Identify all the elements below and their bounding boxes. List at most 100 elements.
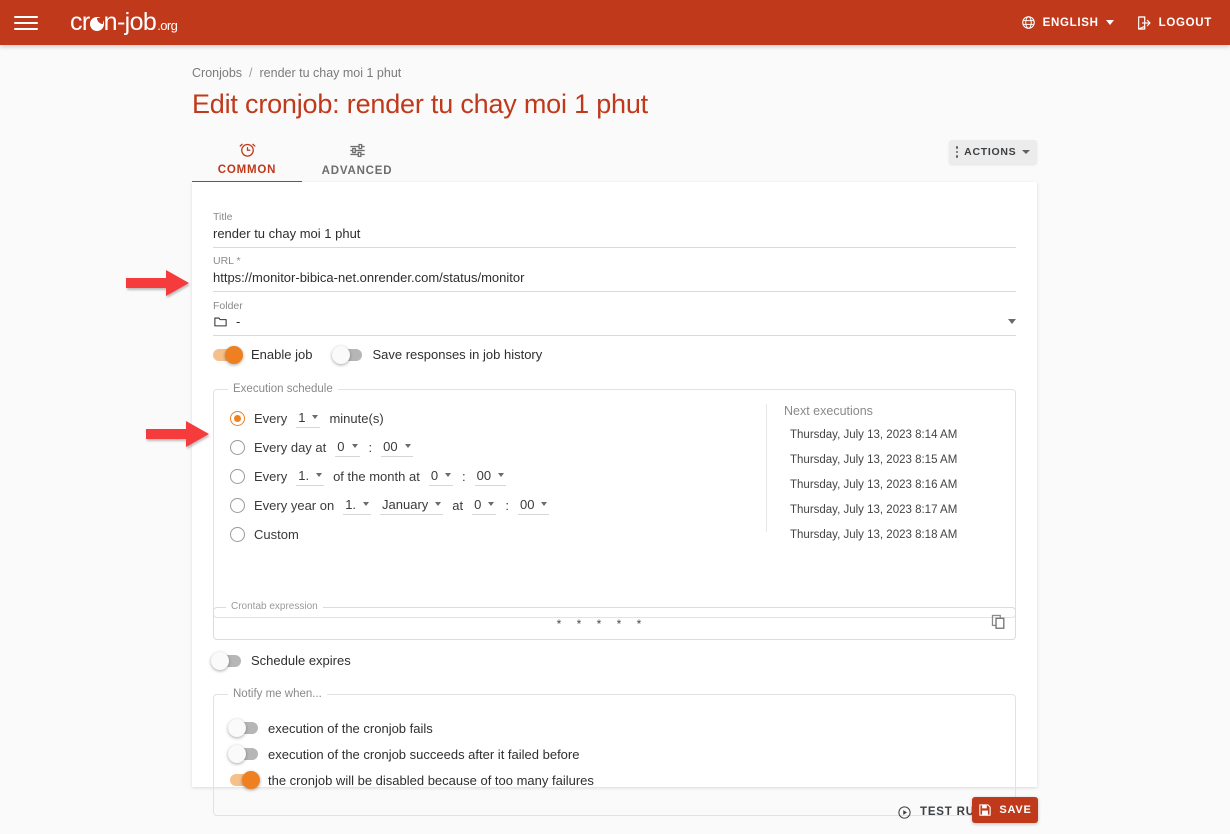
- schedule-expires-row: Schedule expires: [211, 651, 1016, 670]
- execution-schedule-fieldset: Execution schedule Every 1 minute(s) Every …: [213, 383, 1016, 618]
- schedule-option-3-select-1[interactable]: 1.: [343, 496, 372, 515]
- logout-icon: [1137, 15, 1151, 30]
- enable-job-toggle-row: Enable job: [213, 345, 312, 364]
- select-value: 0: [337, 438, 345, 454]
- save-responses-label: Save responses in job history: [372, 347, 543, 362]
- save-button[interactable]: SAVE: [972, 797, 1038, 823]
- schedule-option-2-text-0: Every: [254, 469, 288, 484]
- chevron-down-icon: [435, 502, 442, 506]
- globe-icon: [1021, 16, 1035, 29]
- folder-select[interactable]: -: [213, 312, 1016, 336]
- page-title: Edit cronjob: render tu chay moi 1 phut: [192, 89, 648, 119]
- tab-advanced[interactable]: ADVANCED: [302, 134, 412, 183]
- schedule-option-2-select-3[interactable]: 0: [428, 468, 454, 486]
- save-label: SAVE: [999, 804, 1032, 816]
- schedule-option-3-select-6[interactable]: 00: [518, 497, 550, 515]
- breadcrumb: Cronjobs / render tu chay moi 1 phut: [192, 66, 401, 80]
- app-header: cr n-job .org ENGLISH LOGOUT: [0, 0, 1230, 45]
- schedule-radio-2[interactable]: [230, 469, 245, 484]
- copy-icon[interactable]: [990, 613, 1007, 635]
- select-value: January: [382, 496, 429, 512]
- schedule-option-0-text-0: Every: [254, 411, 288, 426]
- notify-toggle-0[interactable]: [228, 719, 258, 737]
- actions-button-label: ACTIONS: [964, 146, 1017, 158]
- chevron-down-icon: [316, 473, 323, 477]
- schedule-expires-toggle-row: Schedule expires: [211, 651, 1016, 670]
- more-vert-icon: [955, 146, 959, 158]
- title-input[interactable]: [213, 223, 1016, 248]
- language-selector[interactable]: ENGLISH: [1021, 15, 1114, 30]
- schedule-option-2-text-4: :: [462, 469, 466, 484]
- header-actions: ENGLISH LOGOUT: [1021, 15, 1212, 31]
- play-circle-icon: [898, 805, 911, 819]
- tune-sliders-icon: [349, 143, 365, 157]
- crontab-expression-label: Crontab expression: [226, 601, 323, 612]
- notify-toggle-row-2: the cronjob will be disabled because of …: [230, 767, 594, 793]
- next-execution-item: Thursday, July 13, 2023 8:18 AM: [790, 529, 958, 541]
- notify-toggle-2[interactable]: [230, 771, 260, 789]
- schedule-option-1-text-2: :: [368, 440, 373, 455]
- logout-button[interactable]: LOGOUT: [1136, 15, 1212, 31]
- notify-toggle-label-0: execution of the cronjob fails: [268, 720, 433, 736]
- notify-toggle-label-2: the cronjob will be disabled because of …: [268, 772, 594, 788]
- schedule-option-1-select-3[interactable]: 00: [381, 438, 413, 457]
- save-responses-toggle-row: Save responses in job history: [332, 345, 543, 364]
- schedule-option-0-select-1[interactable]: 1: [296, 409, 321, 428]
- save-responses-toggle[interactable]: [332, 345, 363, 364]
- breadcrumb-root[interactable]: Cronjobs: [192, 66, 242, 80]
- alarm-clock-icon: [239, 143, 255, 157]
- schedule-option-row-2: Every 1. of the month at 0:00: [230, 462, 549, 491]
- schedule-option-3-select-4[interactable]: 0: [472, 496, 497, 515]
- schedule-option-2-select-5[interactable]: 00: [474, 468, 507, 486]
- schedule-option-3-text-0: Every year on: [254, 498, 335, 513]
- schedule-option-1-text-0: Every day at: [254, 440, 327, 455]
- next-execution-item: Thursday, July 13, 2023 8:17 AM: [790, 504, 958, 516]
- notify-toggle-row-0: execution of the cronjob fails: [228, 715, 594, 741]
- schedule-radio-3[interactable]: [230, 498, 245, 513]
- url-input[interactable]: [213, 267, 1016, 292]
- schedule-radio-1[interactable]: [230, 440, 245, 455]
- actions-button[interactable]: ACTIONS: [949, 140, 1037, 164]
- breadcrumb-separator: /: [249, 66, 253, 80]
- hamburger-menu-icon[interactable]: [14, 11, 38, 35]
- schedule-option-1-select-1[interactable]: 0: [335, 438, 360, 457]
- schedule-expires-toggle[interactable]: [211, 651, 241, 670]
- schedule-radio-0[interactable]: [230, 411, 245, 426]
- schedule-expires-label: Schedule expires: [251, 653, 351, 668]
- folder-field-label: Folder: [213, 300, 243, 312]
- breadcrumb-current: render tu chay moi 1 phut: [259, 66, 402, 80]
- tab-bar: COMMON ADVANCED: [192, 134, 412, 183]
- url-field-label: URL *: [213, 255, 241, 267]
- select-value: 1: [298, 409, 306, 425]
- schedule-option-3-select-2[interactable]: January: [380, 496, 444, 515]
- notify-toggle-1[interactable]: [228, 745, 258, 763]
- enable-job-toggle[interactable]: [213, 345, 243, 364]
- tab-common[interactable]: COMMON: [192, 134, 302, 183]
- tab-common-label: COMMON: [217, 163, 277, 176]
- brand-logo[interactable]: cr n-job .org: [70, 8, 178, 37]
- chevron-down-icon: [498, 473, 505, 477]
- schedule-radio-4[interactable]: [230, 527, 245, 542]
- crontab-expression-field[interactable]: Crontab expression * * * * *: [213, 601, 1016, 640]
- chevron-down-icon: [312, 415, 319, 419]
- schedule-option-2-select-1[interactable]: 1.: [296, 468, 325, 486]
- form-footer: TEST RUN SAVE: [0, 797, 1230, 834]
- schedule-option-row-4: Custom: [230, 520, 549, 549]
- title-field-label: Title: [213, 211, 233, 223]
- notify-toggle-list: execution of the cronjob fails execution …: [228, 715, 594, 793]
- schedule-option-row-1: Every day at 0:00: [230, 433, 549, 462]
- chevron-down-icon: [1022, 150, 1031, 154]
- schedule-option-row-0: Every 1 minute(s): [230, 404, 549, 433]
- brand-text-part2: n-job: [103, 8, 157, 36]
- notify-toggle-row-1: execution of the cronjob succeeds after …: [228, 741, 594, 767]
- select-value: 0: [474, 496, 482, 512]
- test-run-button[interactable]: TEST RUN: [897, 797, 984, 827]
- cronjob-edit-page: cr n-job .org ENGLISH LOGOUT Cronjobs / …: [0, 0, 1230, 834]
- next-executions-panel: Next executions Thursday, July 13, 2023 …: [766, 404, 996, 541]
- select-value: 1.: [345, 496, 357, 512]
- next-execution-item: Thursday, July 13, 2023 8:16 AM: [790, 479, 958, 491]
- select-value: 00: [383, 438, 398, 454]
- folder-field-group: Folder -: [213, 300, 1016, 336]
- url-field-group: URL *: [213, 255, 1016, 292]
- next-execution-item: Thursday, July 13, 2023 8:15 AM: [790, 454, 958, 466]
